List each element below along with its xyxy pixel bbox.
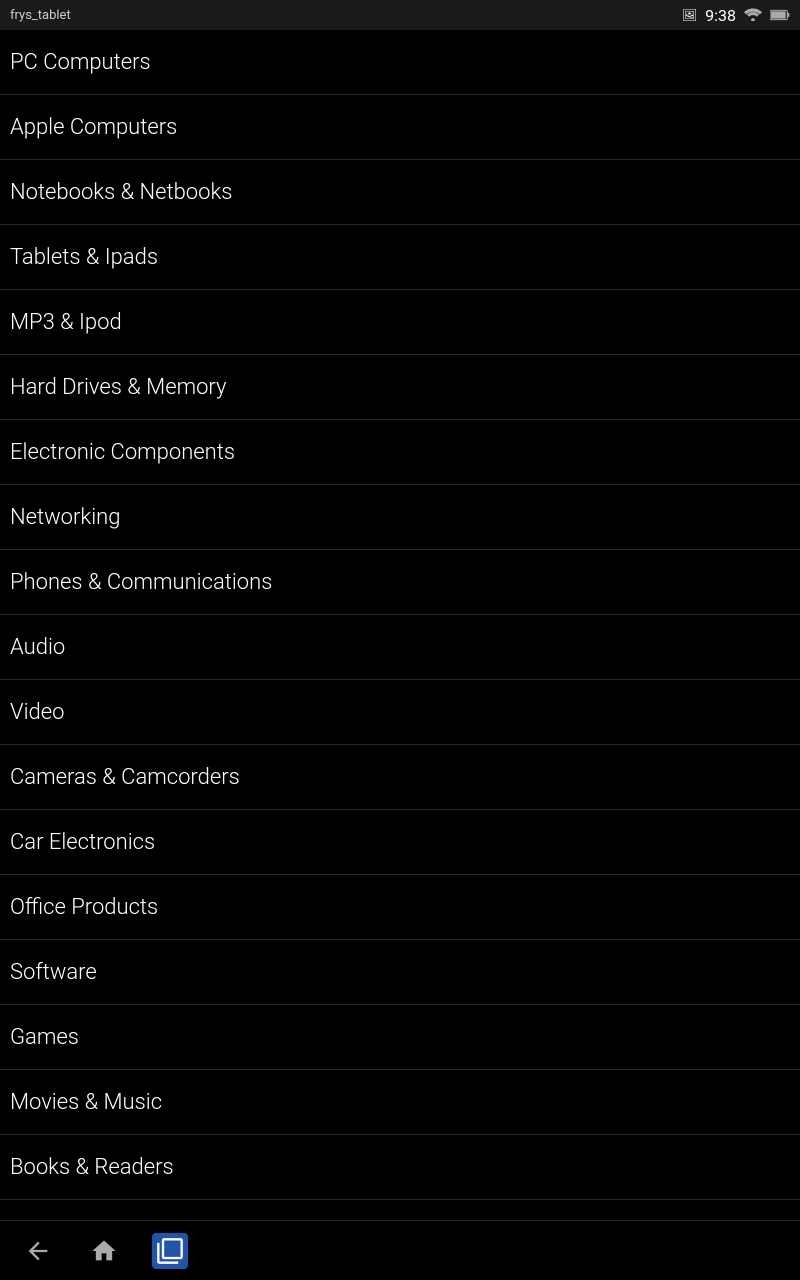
category-item-cameras-camcorders[interactable]: Cameras & Camcorders <box>0 745 800 810</box>
category-item-office-products[interactable]: Office Products <box>0 875 800 940</box>
category-label-networking: Networking <box>10 505 120 530</box>
category-item-notebooks-netbooks[interactable]: Notebooks & Netbooks <box>0 160 800 225</box>
category-label-car-electronics: Car Electronics <box>10 830 155 855</box>
category-label-phones-communications: Phones & Communications <box>10 570 272 595</box>
category-list: PC Computers Apple Computers Notebooks & N… <box>0 30 800 1220</box>
bottom-nav <box>0 1220 800 1280</box>
recents-button[interactable] <box>152 1233 188 1269</box>
category-item-electronic-components[interactable]: Electronic Components <box>0 420 800 485</box>
category-label-notebooks-netbooks: Notebooks & Netbooks <box>10 180 232 205</box>
category-item-mp3-ipod[interactable]: MP3 & Ipod <box>0 290 800 355</box>
bottom-nav-left <box>20 1233 188 1269</box>
category-item-video[interactable]: Video <box>0 680 800 745</box>
status-bar: frys_tablet 🖼 9:38 <box>0 0 800 30</box>
image-icon: 🖼 <box>682 8 697 22</box>
category-item-apple-computers[interactable]: Apple Computers <box>0 95 800 160</box>
category-label-games: Games <box>10 1025 79 1050</box>
category-item-movies-music[interactable]: Movies & Music <box>0 1070 800 1135</box>
category-label-tablets-ipads: Tablets & Ipads <box>10 245 158 270</box>
wifi-icon <box>744 6 762 25</box>
status-bar-right: 🖼 9:38 <box>682 6 790 25</box>
category-label-audio: Audio <box>10 635 65 660</box>
home-button[interactable] <box>86 1233 122 1269</box>
category-label-pc-computers: PC Computers <box>10 50 151 75</box>
category-label-office-products: Office Products <box>10 895 158 920</box>
category-label-video: Video <box>10 700 64 725</box>
category-item-software[interactable]: Software <box>0 940 800 1005</box>
time-display: 9:38 <box>705 6 736 25</box>
category-item-phones-communications[interactable]: Phones & Communications <box>0 550 800 615</box>
category-item-networking[interactable]: Networking <box>0 485 800 550</box>
back-button[interactable] <box>20 1233 56 1269</box>
app-title: frys_tablet <box>10 8 682 23</box>
category-item-games[interactable]: Games <box>0 1005 800 1070</box>
category-label-hard-drives-memory: Hard Drives & Memory <box>10 375 227 400</box>
category-item-audio[interactable]: Audio <box>0 615 800 680</box>
category-label-software: Software <box>10 960 97 985</box>
category-item-hard-drives-memory[interactable]: Hard Drives & Memory <box>0 355 800 420</box>
category-label-books-readers: Books & Readers <box>10 1155 174 1180</box>
battery-icon <box>770 6 790 25</box>
category-label-movies-music: Movies & Music <box>10 1090 162 1115</box>
category-item-books-readers[interactable]: Books & Readers <box>0 1135 800 1200</box>
category-label-cameras-camcorders: Cameras & Camcorders <box>10 765 240 790</box>
category-label-mp3-ipod: MP3 & Ipod <box>10 310 122 335</box>
category-item-tablets-ipads[interactable]: Tablets & Ipads <box>0 225 800 290</box>
category-item-car-electronics[interactable]: Car Electronics <box>0 810 800 875</box>
category-label-apple-computers: Apple Computers <box>10 115 177 140</box>
category-item-science-toys[interactable]: Science & Toys <box>0 1200 800 1220</box>
category-item-pc-computers[interactable]: PC Computers <box>0 30 800 95</box>
category-label-electronic-components: Electronic Components <box>10 440 235 465</box>
